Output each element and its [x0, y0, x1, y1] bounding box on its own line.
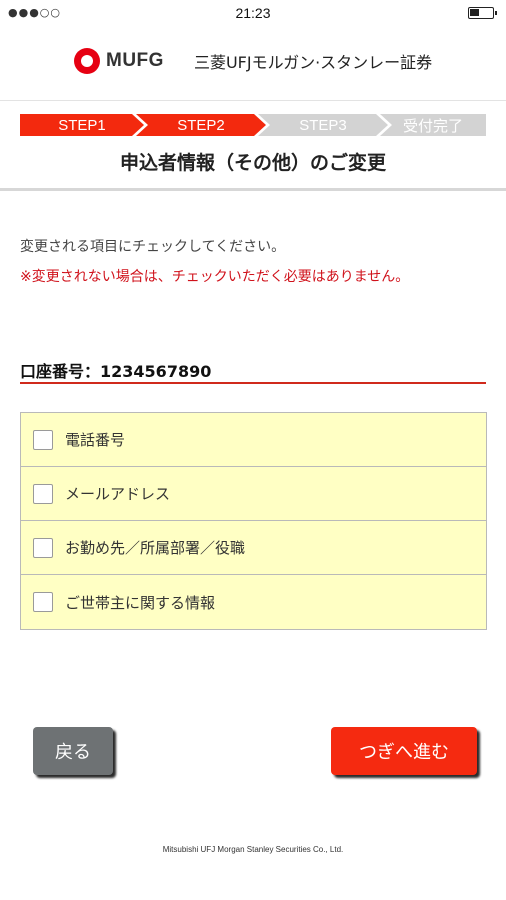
instruction-text: 変更される項目にチェックしてください。: [20, 239, 286, 255]
company-name: 三菱UFJモルガン·スタンレー証券: [193, 53, 433, 72]
mufg-logo-text: MUFG: [106, 50, 164, 71]
header-divider: [0, 100, 506, 101]
phone-number-checkbox[interactable]: [33, 429, 53, 450]
option-email-address[interactable]: メールアドレス: [21, 467, 486, 521]
warning-text: ※変更されない場合は、チェックいただく必要はありません。: [20, 269, 410, 285]
battery-icon: [468, 7, 497, 19]
step-3: STEP3: [258, 114, 388, 136]
change-options-list: 電話番号 メールアドレス お勤め先／所属部署／役職 ご世帯主に関する情報: [20, 412, 487, 630]
workplace-checkbox[interactable]: [33, 537, 53, 558]
email-address-checkbox[interactable]: [33, 483, 53, 504]
account-number-row: 口座番号：1234567890: [20, 358, 486, 384]
step-complete: 受付完了: [380, 114, 486, 136]
option-label: 電話番号: [65, 431, 126, 449]
account-number-label: 口座番号：: [20, 362, 101, 381]
status-time: 21:23: [235, 5, 271, 21]
step-progress: STEP1 STEP2 STEP3 受付完了: [20, 114, 486, 136]
footer-copyright: Mitsubishi UFJ Morgan Stanley Securities…: [162, 845, 344, 854]
option-household-head[interactable]: ご世帯主に関する情報: [21, 575, 486, 629]
page-title: 申込者情報（その他）のご変更: [119, 152, 386, 174]
brand-header: MUFG 三菱UFJモルガン·スタンレー証券: [74, 46, 432, 76]
household-head-checkbox[interactable]: [33, 592, 53, 612]
option-phone-number[interactable]: 電話番号: [21, 413, 486, 467]
step-2: STEP2: [136, 114, 266, 136]
option-label: お勤め先／所属部署／役職: [65, 539, 246, 557]
title-divider: [0, 188, 506, 191]
option-label: メールアドレス: [65, 485, 171, 503]
status-bar: ●●●○○ 21:23: [0, 0, 506, 26]
step-1: STEP1: [20, 114, 144, 136]
mufg-logo-icon: [74, 48, 100, 74]
option-workplace[interactable]: お勤め先／所属部署／役職: [21, 521, 486, 575]
back-button[interactable]: 戻る: [33, 727, 113, 775]
next-button[interactable]: つぎへ進む: [331, 727, 477, 775]
option-label: ご世帯主に関する情報: [65, 593, 216, 612]
account-number-value: 1234567890: [100, 362, 212, 381]
